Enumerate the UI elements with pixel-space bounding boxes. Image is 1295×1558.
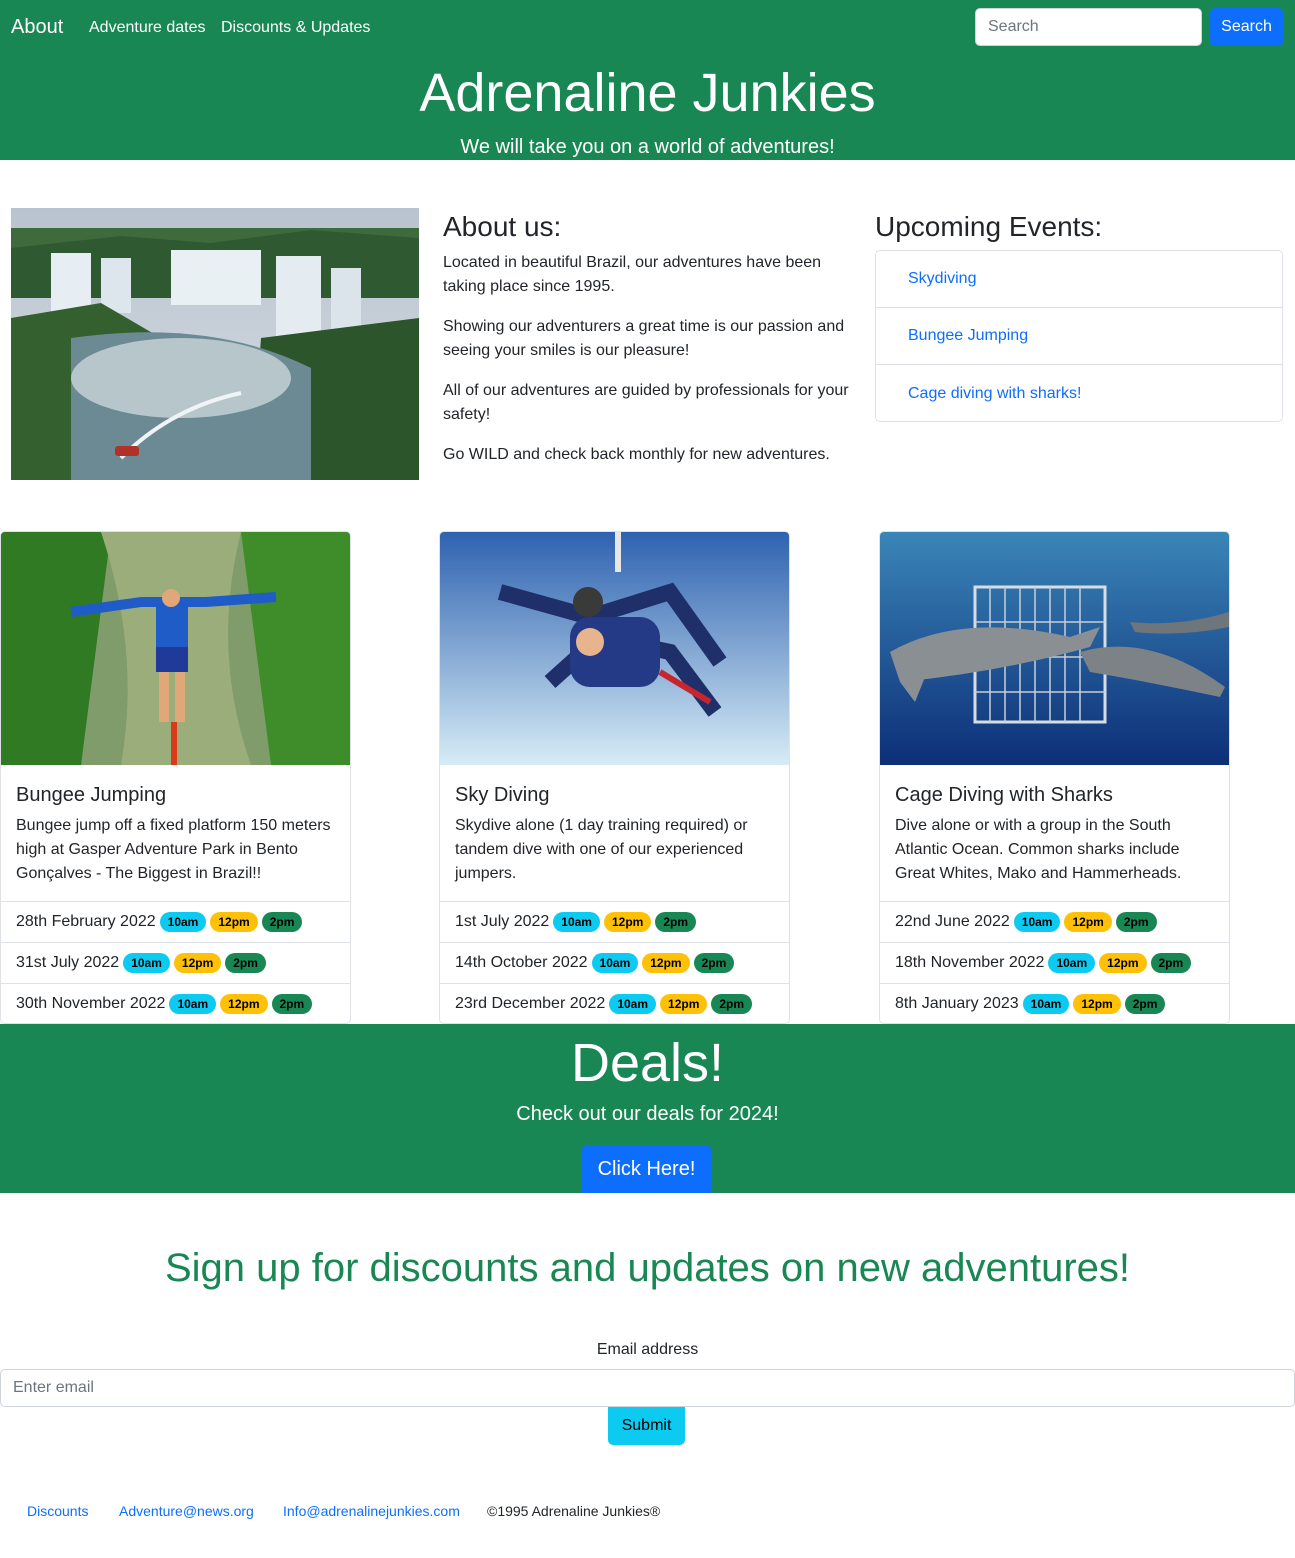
time-badge-10am: 10am: [1022, 994, 1070, 1014]
footer-link-info-email[interactable]: Info@adrenalinejunkies.com: [283, 1503, 460, 1519]
time-badge-10am: 10am: [1013, 912, 1061, 932]
nav-brand-about[interactable]: About: [11, 16, 63, 39]
email-input[interactable]: [0, 1369, 1295, 1407]
time-badge-12pm: 12pm: [660, 994, 708, 1014]
date-text: 31st July 2022: [16, 954, 120, 971]
date-row: 14th October 2022 10am 12pm 2pm: [440, 942, 789, 983]
date-text: 30th November 2022: [16, 995, 166, 1012]
time-badge-2pm: 2pm: [271, 994, 313, 1014]
time-badge-12pm: 12pm: [220, 994, 268, 1014]
date-row: 28th February 2022 10am 12pm 2pm: [1, 901, 350, 942]
time-badge-12pm: 12pm: [1073, 994, 1121, 1014]
about-heading: About us:: [443, 211, 562, 242]
event-link-cage-diving[interactable]: Cage diving with sharks!: [908, 385, 1081, 403]
email-label: Email address: [596, 1341, 699, 1358]
time-badge-10am: 10am: [1048, 953, 1096, 973]
time-badge-2pm: 2pm: [655, 912, 697, 932]
date-text: 14th October 2022: [455, 954, 588, 971]
events-heading: Upcoming Events:: [875, 211, 1103, 242]
deals-click-here-button[interactable]: Click Here!: [582, 1145, 711, 1193]
date-row: 18th November 2022 10am 12pm 2pm: [880, 942, 1229, 983]
time-badge-10am: 10am: [609, 994, 657, 1014]
time-badge-12pm: 12pm: [603, 912, 652, 932]
footer-link-news-email[interactable]: Adventure@news.org: [119, 1503, 254, 1519]
time-badge-10am: 10am: [553, 912, 600, 932]
sky-diving-image: [440, 532, 789, 765]
shark-cage-diving-image: [880, 532, 1229, 765]
date-row: 30th November 2022 10am 12pm 2pm: [1, 983, 350, 1023]
deals-text: Check out our deals for 2024!: [516, 1103, 779, 1125]
date-row: 23rd December 2022 10am 12pm 2pm: [440, 983, 789, 1023]
time-badge-2pm: 2pm: [1115, 912, 1157, 932]
about-paragraph: Located in beautiful Brazil, our adventu…: [443, 254, 822, 295]
event-item: Cage diving with sharks!: [876, 365, 1282, 422]
waterfall-image: [11, 208, 419, 480]
date-row: 8th January 2023 10am 12pm 2pm: [880, 983, 1229, 1023]
adventure-card-bungee: Bungee Jumping Bungee jump off a fixed p…: [0, 531, 351, 1024]
time-badge-10am: 10am: [591, 953, 639, 973]
card-text: Dive alone or with a group in the South …: [895, 817, 1182, 882]
date-text: 18th November 2022: [895, 954, 1045, 971]
card-title: Cage Diving with Sharks: [895, 784, 1113, 806]
time-badge-2pm: 2pm: [225, 953, 266, 973]
search-button[interactable]: Search: [1210, 8, 1283, 46]
time-badge-12pm: 12pm: [1064, 912, 1112, 932]
time-badge-2pm: 2pm: [693, 953, 735, 973]
card-title: Bungee Jumping: [16, 784, 167, 806]
date-text: 8th January 2023: [895, 995, 1019, 1012]
footer-link-discounts[interactable]: Discounts: [27, 1503, 88, 1519]
time-badge-2pm: 2pm: [1150, 953, 1192, 973]
date-row: 1st July 2022 10am 12pm 2pm: [440, 901, 789, 942]
time-badge-10am: 10am: [159, 912, 207, 932]
date-text: 28th February 2022: [16, 913, 156, 930]
time-badge-12pm: 12pm: [1099, 953, 1147, 973]
site-header: About Adventure dates Discounts & Update…: [0, 0, 1295, 160]
submit-button[interactable]: Submit: [608, 1407, 685, 1445]
deals-banner: Deals! Check out our deals for 2024! Cli…: [0, 1024, 1295, 1193]
about-paragraph: Go WILD and check back monthly for new a…: [443, 446, 830, 463]
time-badge-2pm: 2pm: [261, 912, 303, 932]
site-tagline: We will take you on a world of adventure…: [460, 136, 835, 158]
time-badge-12pm: 12pm: [173, 953, 222, 973]
event-item: Bungee Jumping: [876, 308, 1282, 365]
time-badge-12pm: 12pm: [210, 912, 258, 932]
adventure-card-skydiving: Sky Diving Skydive alone (1 day training…: [439, 531, 790, 1024]
deals-title: Deals!: [570, 1033, 725, 1093]
date-row: 31st July 2022 10am 12pm 2pm: [1, 942, 350, 983]
date-row: 22nd June 2022 10am 12pm 2pm: [880, 901, 1229, 942]
time-badge-2pm: 2pm: [711, 994, 753, 1014]
event-link-skydiving[interactable]: Skydiving: [908, 270, 976, 288]
bungee-jumping-image: [1, 532, 350, 765]
card-text: Bungee jump off a fixed platform 150 met…: [16, 817, 331, 882]
about-paragraph: Showing our adventurers a great time is …: [443, 318, 845, 359]
time-badge-12pm: 12pm: [642, 953, 690, 973]
nav-link-adventure-dates[interactable]: Adventure dates: [89, 19, 206, 37]
event-item: Skydiving: [876, 251, 1282, 308]
time-badge-10am: 10am: [169, 994, 217, 1014]
search-input[interactable]: [975, 8, 1202, 46]
site-title: Adrenaline Junkies: [419, 63, 876, 123]
nav-link-discounts-updates[interactable]: Discounts & Updates: [221, 19, 370, 37]
card-text: Skydive alone (1 day training required) …: [455, 817, 748, 882]
events-list: Skydiving Bungee Jumping Cage diving wit…: [875, 250, 1283, 422]
adventure-card-shark-diving: Cage Diving with Sharks Dive alone or wi…: [879, 531, 1230, 1024]
signup-heading: Sign up for discounts and updates on new…: [164, 1246, 1131, 1290]
time-badge-10am: 10am: [123, 953, 170, 973]
card-title: Sky Diving: [455, 784, 550, 806]
time-badge-2pm: 2pm: [1124, 994, 1166, 1014]
date-text: 22nd June 2022: [895, 913, 1010, 930]
event-link-bungee-jumping[interactable]: Bungee Jumping: [908, 327, 1028, 345]
date-text: 23rd December 2022: [455, 995, 606, 1012]
footer-copyright: ©1995 Adrenaline Junkies®: [487, 1503, 661, 1519]
about-paragraph: All of our adventures are guided by prof…: [443, 382, 849, 423]
date-text: 1st July 2022: [455, 913, 550, 930]
